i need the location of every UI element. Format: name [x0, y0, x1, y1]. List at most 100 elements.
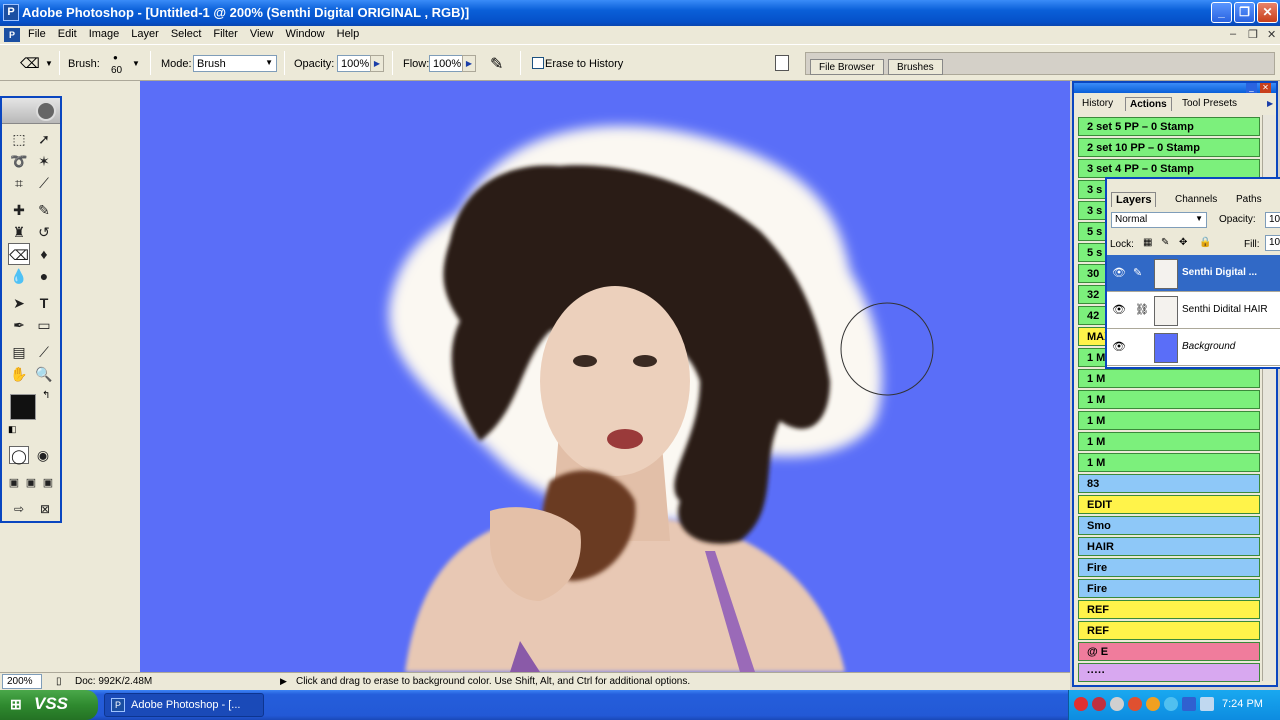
doc-minimize-icon[interactable]: –	[1230, 28, 1236, 40]
maximize-button[interactable]: ❐	[1234, 2, 1255, 23]
action-item[interactable]: Fire	[1078, 558, 1260, 577]
erase-to-history-checkbox[interactable]	[532, 57, 544, 69]
standard-mode-icon[interactable]: ◯	[9, 446, 29, 464]
layer-row[interactable]: 👁 Background	[1107, 329, 1280, 366]
tray-update-icon[interactable]	[1146, 697, 1160, 711]
palette-toggle-icon[interactable]	[775, 55, 789, 71]
eraser-preset-icon[interactable]: ⌫	[20, 55, 40, 72]
layer-row[interactable]: 👁 ✎ Senthi Digital ...	[1107, 255, 1280, 292]
action-item[interactable]: EDIT	[1078, 495, 1260, 514]
menu-view[interactable]: View	[244, 26, 280, 44]
menu-image[interactable]: Image	[83, 26, 126, 44]
action-item[interactable]: REF	[1078, 600, 1260, 619]
quick-mask-mode-icon[interactable]: ◉	[33, 446, 53, 464]
action-item[interactable]: Smo	[1078, 516, 1260, 535]
preset-dropdown-icon[interactable]: ▼	[45, 59, 53, 68]
tab-actions[interactable]: Actions	[1125, 97, 1172, 111]
action-item[interactable]: @ E	[1078, 642, 1260, 661]
tab-paths[interactable]: Paths	[1232, 193, 1266, 206]
history-brush-tool-icon[interactable]: ↺	[33, 221, 55, 243]
fill-input[interactable]: 100	[1265, 235, 1280, 251]
mode-select[interactable]: Brush ▼	[193, 55, 277, 72]
eraser-tool-icon[interactable]: ⌫	[8, 243, 30, 265]
taskbar-photoshop-button[interactable]: P Adobe Photoshop - [...	[104, 693, 264, 717]
layer-row[interactable]: 👁 ⛓ Senthi Didital HAIR	[1107, 292, 1280, 329]
jump-to-imageready-icon[interactable]: ⇨	[6, 498, 32, 520]
default-colors-icon[interactable]: ◧	[8, 424, 17, 435]
brush-dot-icon[interactable]: ●	[113, 53, 118, 62]
action-item[interactable]: 1 M	[1078, 369, 1260, 388]
lasso-tool-icon[interactable]: ➰	[8, 150, 30, 172]
document-canvas[interactable]	[140, 81, 1070, 672]
pen-tool-icon[interactable]: ✒	[8, 314, 30, 336]
paint-bucket-tool-icon[interactable]: ♦	[33, 243, 55, 265]
action-item[interactable]: 1 M	[1078, 390, 1260, 409]
start-button[interactable]: ⊞ VSS	[0, 690, 98, 720]
brush-link-icon[interactable]: ✎	[1133, 266, 1142, 279]
palette-minimize-icon[interactable]: _	[1246, 83, 1257, 93]
toolbox-header[interactable]	[2, 98, 60, 124]
dodge-tool-icon[interactable]: ●	[33, 265, 55, 287]
layer-name[interactable]: Senthi Didital HAIR	[1182, 304, 1268, 315]
menu-file[interactable]: File	[22, 26, 52, 44]
menu-filter[interactable]: Filter	[207, 26, 243, 44]
slice-tool-icon[interactable]: ⟋	[33, 172, 55, 194]
menu-edit[interactable]: Edit	[52, 26, 83, 44]
palette-close-icon[interactable]: ✕	[1260, 83, 1271, 93]
blur-tool-icon[interactable]: 💧	[8, 265, 30, 287]
flow-slider-icon[interactable]: ▶	[462, 55, 476, 72]
layer-name[interactable]: Senthi Digital ...	[1182, 267, 1257, 278]
tray-app-icon[interactable]	[1128, 697, 1142, 711]
action-item[interactable]: 83	[1078, 474, 1260, 493]
action-item[interactable]: HAIR	[1078, 537, 1260, 556]
path-selection-tool-icon[interactable]: ➤	[8, 292, 30, 314]
tab-layers[interactable]: Layers	[1111, 192, 1157, 207]
imageready-icon[interactable]: ⊠	[34, 498, 56, 520]
tab-channels[interactable]: Channels	[1171, 193, 1221, 206]
close-button[interactable]: ✕	[1257, 2, 1278, 23]
action-item[interactable]: 1 M	[1078, 432, 1260, 451]
magic-wand-tool-icon[interactable]: ✶	[33, 150, 55, 172]
link-icon[interactable]: ⛓	[1135, 303, 1149, 316]
tab-tool-presets[interactable]: Tool Presets	[1178, 97, 1241, 110]
zoom-input[interactable]: 200%	[2, 674, 42, 689]
action-item[interactable]: Fire	[1078, 579, 1260, 598]
tray-network-icon[interactable]	[1164, 697, 1178, 711]
doc-info-icon[interactable]: ▯	[56, 676, 62, 687]
brush-size[interactable]: 60	[111, 65, 122, 76]
flow-input[interactable]: 100%	[429, 55, 463, 72]
eye-icon[interactable]: 👁	[1111, 340, 1127, 354]
standard-screen-icon[interactable]: ▣	[5, 472, 23, 494]
foreground-color-swatch[interactable]	[10, 394, 36, 420]
rectangle-tool-icon[interactable]: ▭	[33, 314, 55, 336]
tray-antivirus-icon[interactable]	[1074, 697, 1088, 711]
fullscreen-icon[interactable]: ▣	[39, 472, 57, 494]
menu-select[interactable]: Select	[165, 26, 208, 44]
marquee-tool-icon[interactable]: ⬚	[8, 128, 30, 150]
tray-display-icon[interactable]	[1182, 697, 1196, 711]
eyedropper-tool-icon[interactable]: ⟋	[33, 341, 55, 363]
clone-stamp-tool-icon[interactable]: ♜	[8, 221, 30, 243]
menu-help[interactable]: Help	[331, 26, 366, 44]
opacity-slider-icon[interactable]: ▶	[370, 55, 384, 72]
notes-tool-icon[interactable]: ▤	[8, 341, 30, 363]
action-item[interactable]: 2 set 5 PP – 0 Stamp	[1078, 117, 1260, 136]
document-icon[interactable]: P	[4, 28, 20, 42]
action-item[interactable]: 2 set 10 PP – 0 Stamp	[1078, 138, 1260, 157]
fullscreen-menu-icon[interactable]: ▣	[22, 472, 40, 494]
layer-name[interactable]: Background	[1182, 341, 1235, 352]
brush-tool-icon[interactable]: ✎	[33, 199, 55, 221]
lock-transparency-icon[interactable]: ▦	[1143, 237, 1152, 248]
blend-mode-select[interactable]: Normal ▼	[1111, 212, 1207, 228]
move-tool-icon[interactable]: ➚	[33, 128, 55, 150]
eye-icon[interactable]: 👁	[1111, 303, 1127, 317]
tab-brushes[interactable]: Brushes	[888, 59, 943, 75]
swap-colors-icon[interactable]: ↰	[42, 390, 50, 401]
doc-close-icon[interactable]: ✕	[1267, 28, 1276, 41]
opacity-input[interactable]: 100%	[337, 55, 371, 72]
menu-window[interactable]: Window	[280, 26, 331, 44]
brush-dropdown-icon[interactable]: ▼	[132, 59, 140, 68]
tray-shield-icon[interactable]	[1092, 697, 1106, 711]
tab-history[interactable]: History	[1078, 97, 1117, 110]
menu-layer[interactable]: Layer	[125, 26, 165, 44]
